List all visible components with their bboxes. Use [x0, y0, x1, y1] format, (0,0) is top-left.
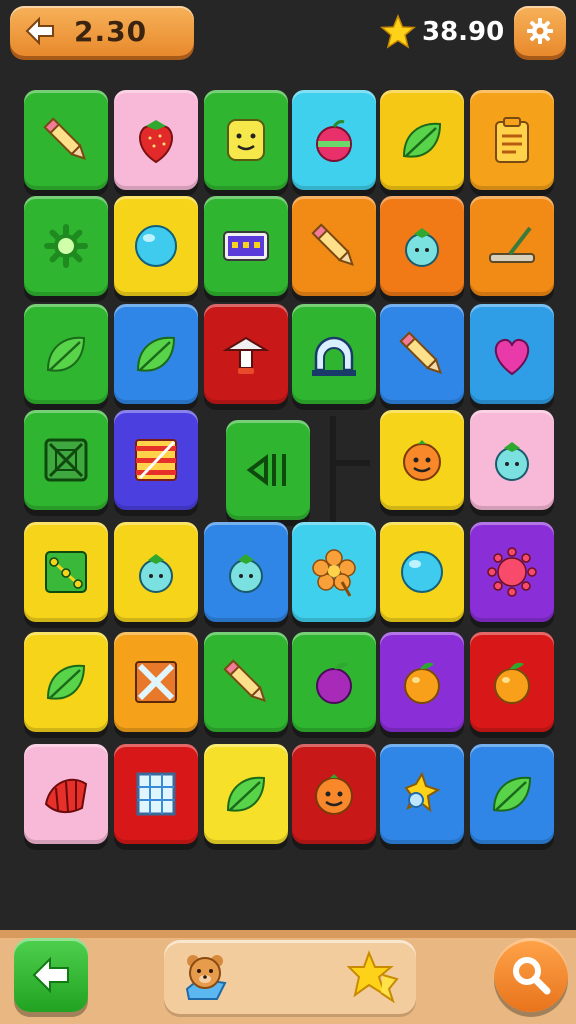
- tile-pencil[interactable]: [204, 632, 288, 732]
- tile-frame[interactable]: [24, 410, 108, 510]
- leaf-icon: [402, 122, 442, 158]
- tile-sparkle[interactable]: [380, 744, 464, 844]
- leaf-icon: [46, 664, 86, 700]
- berry-icon: [405, 228, 439, 267]
- bear-icon[interactable]: [176, 946, 236, 1006]
- tile-strawberry[interactable]: [114, 90, 198, 190]
- board-groove: [330, 416, 336, 526]
- tile-leaf[interactable]: [470, 744, 554, 844]
- tile-virus[interactable]: [470, 522, 554, 622]
- virus-icon: [487, 547, 537, 597]
- tile-berry[interactable]: [114, 522, 198, 622]
- undo-button[interactable]: [14, 938, 88, 1012]
- tile-orange[interactable]: [470, 632, 554, 732]
- shell-icon: [44, 778, 88, 814]
- frame-icon: [44, 438, 88, 482]
- cross-icon: [135, 661, 177, 703]
- board-groove: [330, 460, 370, 466]
- pencil-icon: [43, 117, 86, 160]
- bars-icon: [246, 454, 286, 486]
- tile-bars[interactable]: [226, 420, 310, 520]
- tile-cross[interactable]: [114, 632, 198, 732]
- tile-apple[interactable]: [292, 90, 376, 190]
- tile-orange[interactable]: [380, 632, 464, 732]
- tile-pencil[interactable]: [292, 196, 376, 296]
- sparkle-icon: [404, 771, 441, 813]
- tile-ball[interactable]: [114, 196, 198, 296]
- dots-icon: [45, 551, 87, 593]
- berry-icon: [139, 554, 173, 593]
- grid-icon: [136, 772, 176, 816]
- berry-icon: [229, 554, 263, 593]
- pencil-icon: [311, 223, 354, 266]
- smiley-icon: [227, 119, 265, 161]
- tile-pencil[interactable]: [380, 304, 464, 404]
- tile-board: [0, 0, 576, 900]
- tile-smiley[interactable]: [204, 90, 288, 190]
- tile-shell[interactable]: [24, 744, 108, 844]
- tile-plum[interactable]: [292, 632, 376, 732]
- tile-flower[interactable]: [292, 522, 376, 622]
- box-icon: [223, 231, 269, 261]
- flower-icon: [312, 549, 356, 597]
- pencil-icon: [223, 659, 266, 702]
- arch-icon: [312, 336, 356, 376]
- leaf-icon: [136, 336, 176, 372]
- tile-leaf[interactable]: [380, 90, 464, 190]
- back-arrow-icon: [32, 956, 69, 994]
- stripes-icon: [135, 439, 177, 481]
- tile-arch[interactable]: [292, 304, 376, 404]
- apple-icon: [316, 120, 352, 162]
- tile-leaf[interactable]: [24, 304, 108, 404]
- tile-pencil[interactable]: [24, 90, 108, 190]
- heart-icon: [494, 338, 530, 376]
- tile-berry[interactable]: [470, 410, 554, 510]
- sun-icon: [44, 224, 88, 268]
- pencil-icon: [399, 331, 442, 374]
- tile-stripes[interactable]: [114, 410, 198, 510]
- tile-dots[interactable]: [24, 522, 108, 622]
- tile-berry[interactable]: [204, 522, 288, 622]
- star-icon[interactable]: [344, 946, 404, 1006]
- ball-icon: [135, 225, 177, 267]
- tile-face[interactable]: [380, 410, 464, 510]
- tile-box[interactable]: [204, 196, 288, 296]
- berry-icon: [495, 442, 529, 481]
- plum-icon: [316, 662, 352, 704]
- ball-icon: [401, 551, 443, 593]
- tile-ball[interactable]: [380, 522, 464, 622]
- hint-search-button[interactable]: [494, 938, 568, 1012]
- face-icon: [315, 774, 353, 815]
- strawberry-icon: [139, 120, 173, 164]
- magnifier-icon: [513, 957, 551, 995]
- clipboard-icon: [495, 117, 529, 163]
- tile-berry[interactable]: [380, 196, 464, 296]
- orange-icon: [404, 662, 440, 704]
- tile-clipboard[interactable]: [470, 90, 554, 190]
- leaf-icon: [46, 336, 86, 372]
- tile-grid[interactable]: [114, 744, 198, 844]
- item-tray: [164, 940, 416, 1014]
- face-icon: [403, 440, 441, 481]
- scraper-icon: [489, 226, 535, 263]
- tile-lamp[interactable]: [204, 304, 288, 404]
- tile-scraper[interactable]: [470, 196, 554, 296]
- tile-sun[interactable]: [24, 196, 108, 296]
- tile-leaf[interactable]: [204, 744, 288, 844]
- orange-icon: [494, 662, 530, 704]
- tile-leaf[interactable]: [114, 304, 198, 404]
- tile-leaf[interactable]: [24, 632, 108, 732]
- tile-heart[interactable]: [470, 304, 554, 404]
- leaf-icon: [226, 776, 266, 812]
- lamp-icon: [222, 336, 270, 374]
- leaf-icon: [492, 776, 532, 812]
- tile-face[interactable]: [292, 744, 376, 844]
